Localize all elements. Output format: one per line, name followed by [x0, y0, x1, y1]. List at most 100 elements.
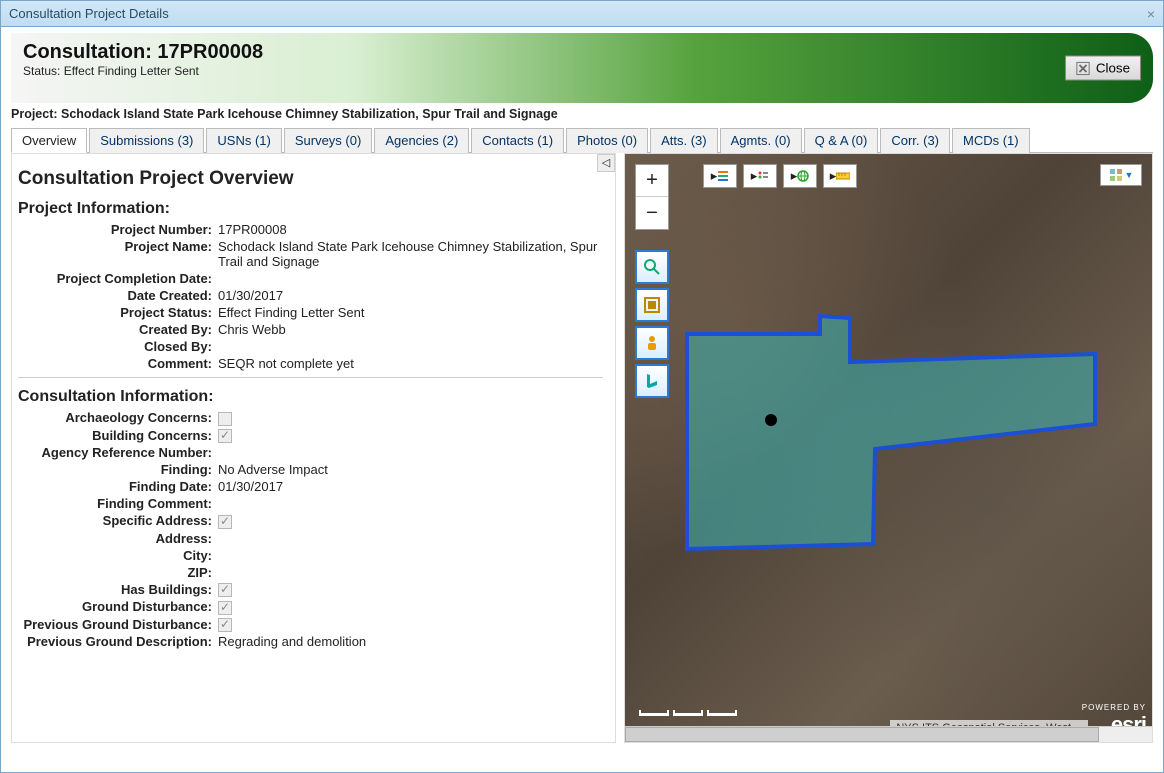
- address-value: [218, 531, 603, 546]
- tab-agmts-0[interactable]: Agmts. (0): [720, 128, 802, 153]
- status-line: Status: Effect Finding Letter Sent: [23, 64, 1141, 78]
- pcd-label: Project Completion Date:: [18, 271, 218, 286]
- agency-ref-label: Agency Reference Number:: [18, 445, 218, 460]
- toolbar-group-2: ▸: [743, 164, 777, 188]
- has-buildings-label: Has Buildings:: [18, 582, 218, 598]
- project-name-value: Schodack Island State Park Icehouse Chim…: [218, 239, 603, 269]
- identify-tool-button[interactable]: [635, 250, 669, 284]
- magnifier-icon: [643, 258, 661, 276]
- overview-panel[interactable]: ◁ Consultation Project Overview Project …: [11, 153, 616, 743]
- consultation-window: Consultation Project Details × Consultat…: [0, 0, 1164, 773]
- tab-contacts-1[interactable]: Contacts (1): [471, 128, 564, 153]
- project-marker[interactable]: [765, 414, 777, 426]
- finding-date-label: Finding Date:: [18, 479, 218, 494]
- chevron-down-icon: ▼: [1125, 170, 1134, 180]
- zoom-out-button[interactable]: −: [636, 197, 668, 229]
- globe-icon: [797, 170, 809, 182]
- tab-surveys-0[interactable]: Surveys (0): [284, 128, 372, 153]
- map-horizontal-scrollbar[interactable]: [625, 726, 1152, 742]
- zip-value: [218, 565, 603, 580]
- tab-q-a-0[interactable]: Q & A (0): [804, 128, 879, 153]
- tabs-bar: OverviewSubmissions (3)USNs (1)Surveys (…: [11, 127, 1153, 153]
- arch-concerns-checkbox[interactable]: [218, 412, 232, 426]
- finding-value: No Adverse Impact: [218, 462, 603, 477]
- project-boundary-polygon[interactable]: [625, 154, 1145, 714]
- finding-label: Finding:: [18, 462, 218, 477]
- project-number-value: 17PR00008: [218, 222, 603, 237]
- has-buildings-checkbox[interactable]: [218, 583, 232, 597]
- comment-label: Comment:: [18, 356, 218, 371]
- extent-tool-button[interactable]: [635, 288, 669, 322]
- streetview-tool-button[interactable]: [635, 326, 669, 360]
- project-info-heading: Project Information:: [18, 200, 603, 218]
- tab-usns-1[interactable]: USNs (1): [206, 128, 281, 153]
- finding-date-value: 01/30/2017: [218, 479, 603, 494]
- bing-tool-button[interactable]: [635, 364, 669, 398]
- date-created-label: Date Created:: [18, 288, 218, 303]
- created-by-label: Created By:: [18, 322, 218, 337]
- pcd-value: [218, 271, 603, 286]
- window-close-icon[interactable]: ×: [1147, 6, 1155, 22]
- ruler-icon: [836, 170, 850, 182]
- globe-menu-button[interactable]: ▸: [784, 165, 816, 187]
- bing-icon: [643, 372, 661, 390]
- zoom-in-button[interactable]: +: [636, 165, 668, 197]
- building-concerns-checkbox[interactable]: [218, 429, 232, 443]
- tab-corr-3[interactable]: Corr. (3): [880, 128, 950, 153]
- layers-menu-button[interactable]: ▸: [704, 165, 736, 187]
- project-status-label: Project Status:: [18, 305, 218, 320]
- finding-comment-label: Finding Comment:: [18, 496, 218, 511]
- legend-menu-button[interactable]: ▸: [744, 165, 776, 187]
- layers-icon: [717, 170, 729, 182]
- title-bar: Consultation Project Details ×: [1, 1, 1163, 27]
- building-concerns-label: Building Concerns:: [18, 428, 218, 444]
- scrollbar-thumb[interactable]: [625, 727, 1099, 742]
- list-icon: [757, 170, 769, 182]
- header-strip: Consultation: 17PR00008 Status: Effect F…: [11, 33, 1153, 103]
- date-created-value: 01/30/2017: [218, 288, 603, 303]
- zoom-control: + −: [635, 164, 669, 230]
- city-value: [218, 548, 603, 563]
- closed-by-label: Closed By:: [18, 339, 218, 354]
- agency-ref-value: [218, 445, 603, 460]
- tab-agencies-2[interactable]: Agencies (2): [374, 128, 469, 153]
- map-side-tools: [635, 250, 669, 398]
- basemap-toggle-button[interactable]: ▼: [1100, 164, 1142, 186]
- toolbar-group-4: ▸: [823, 164, 857, 188]
- project-name-label: Project Name:: [18, 239, 218, 269]
- prev-ground-disturbance-checkbox[interactable]: [218, 618, 232, 632]
- project-number-label: Project Number:: [18, 222, 218, 237]
- ground-disturbance-checkbox[interactable]: [218, 601, 232, 615]
- map-panel[interactable]: + − ▸ ▸ ▸ ▸: [624, 153, 1153, 743]
- closed-by-value: [218, 339, 603, 354]
- tab-atts-3[interactable]: Atts. (3): [650, 128, 718, 153]
- close-button-label: Close: [1096, 61, 1130, 76]
- tab-overview[interactable]: Overview: [11, 128, 87, 153]
- map-toolbar: ▸ ▸ ▸ ▸: [703, 164, 1142, 188]
- close-button[interactable]: Close: [1065, 56, 1141, 81]
- project-line: Project: Schodack Island State Park Iceh…: [11, 107, 1153, 121]
- overview-heading: Consultation Project Overview: [18, 168, 603, 190]
- consultation-info-heading: Consultation Information:: [18, 388, 603, 406]
- comment-value: SEQR not complete yet: [218, 356, 603, 371]
- measure-menu-button[interactable]: ▸: [824, 165, 856, 187]
- person-icon: [643, 334, 661, 352]
- tab-mcds-1[interactable]: MCDs (1): [952, 128, 1030, 153]
- toolbar-group-1: ▸: [703, 164, 737, 188]
- project-status-value: Effect Finding Letter Sent: [218, 305, 603, 320]
- arch-concerns-label: Archaeology Concerns:: [18, 410, 218, 426]
- scale-bar: [639, 710, 737, 716]
- city-label: City:: [18, 548, 218, 563]
- panel-collapse-icon[interactable]: ◁: [597, 154, 615, 172]
- window-title: Consultation Project Details: [9, 6, 169, 21]
- toolbar-group-3: ▸: [783, 164, 817, 188]
- zip-label: ZIP:: [18, 565, 218, 580]
- tab-submissions-3[interactable]: Submissions (3): [89, 128, 204, 153]
- grid-icon: [1109, 168, 1123, 182]
- prev-ground-desc-label: Previous Ground Description:: [18, 634, 218, 649]
- esri-powered-label: POWERED BY: [1082, 703, 1146, 712]
- specific-address-checkbox[interactable]: [218, 515, 232, 529]
- tab-photos-0[interactable]: Photos (0): [566, 128, 648, 153]
- prev-ground-disturbance-label: Previous Ground Disturbance:: [18, 617, 218, 633]
- specific-address-label: Specific Address:: [18, 513, 218, 529]
